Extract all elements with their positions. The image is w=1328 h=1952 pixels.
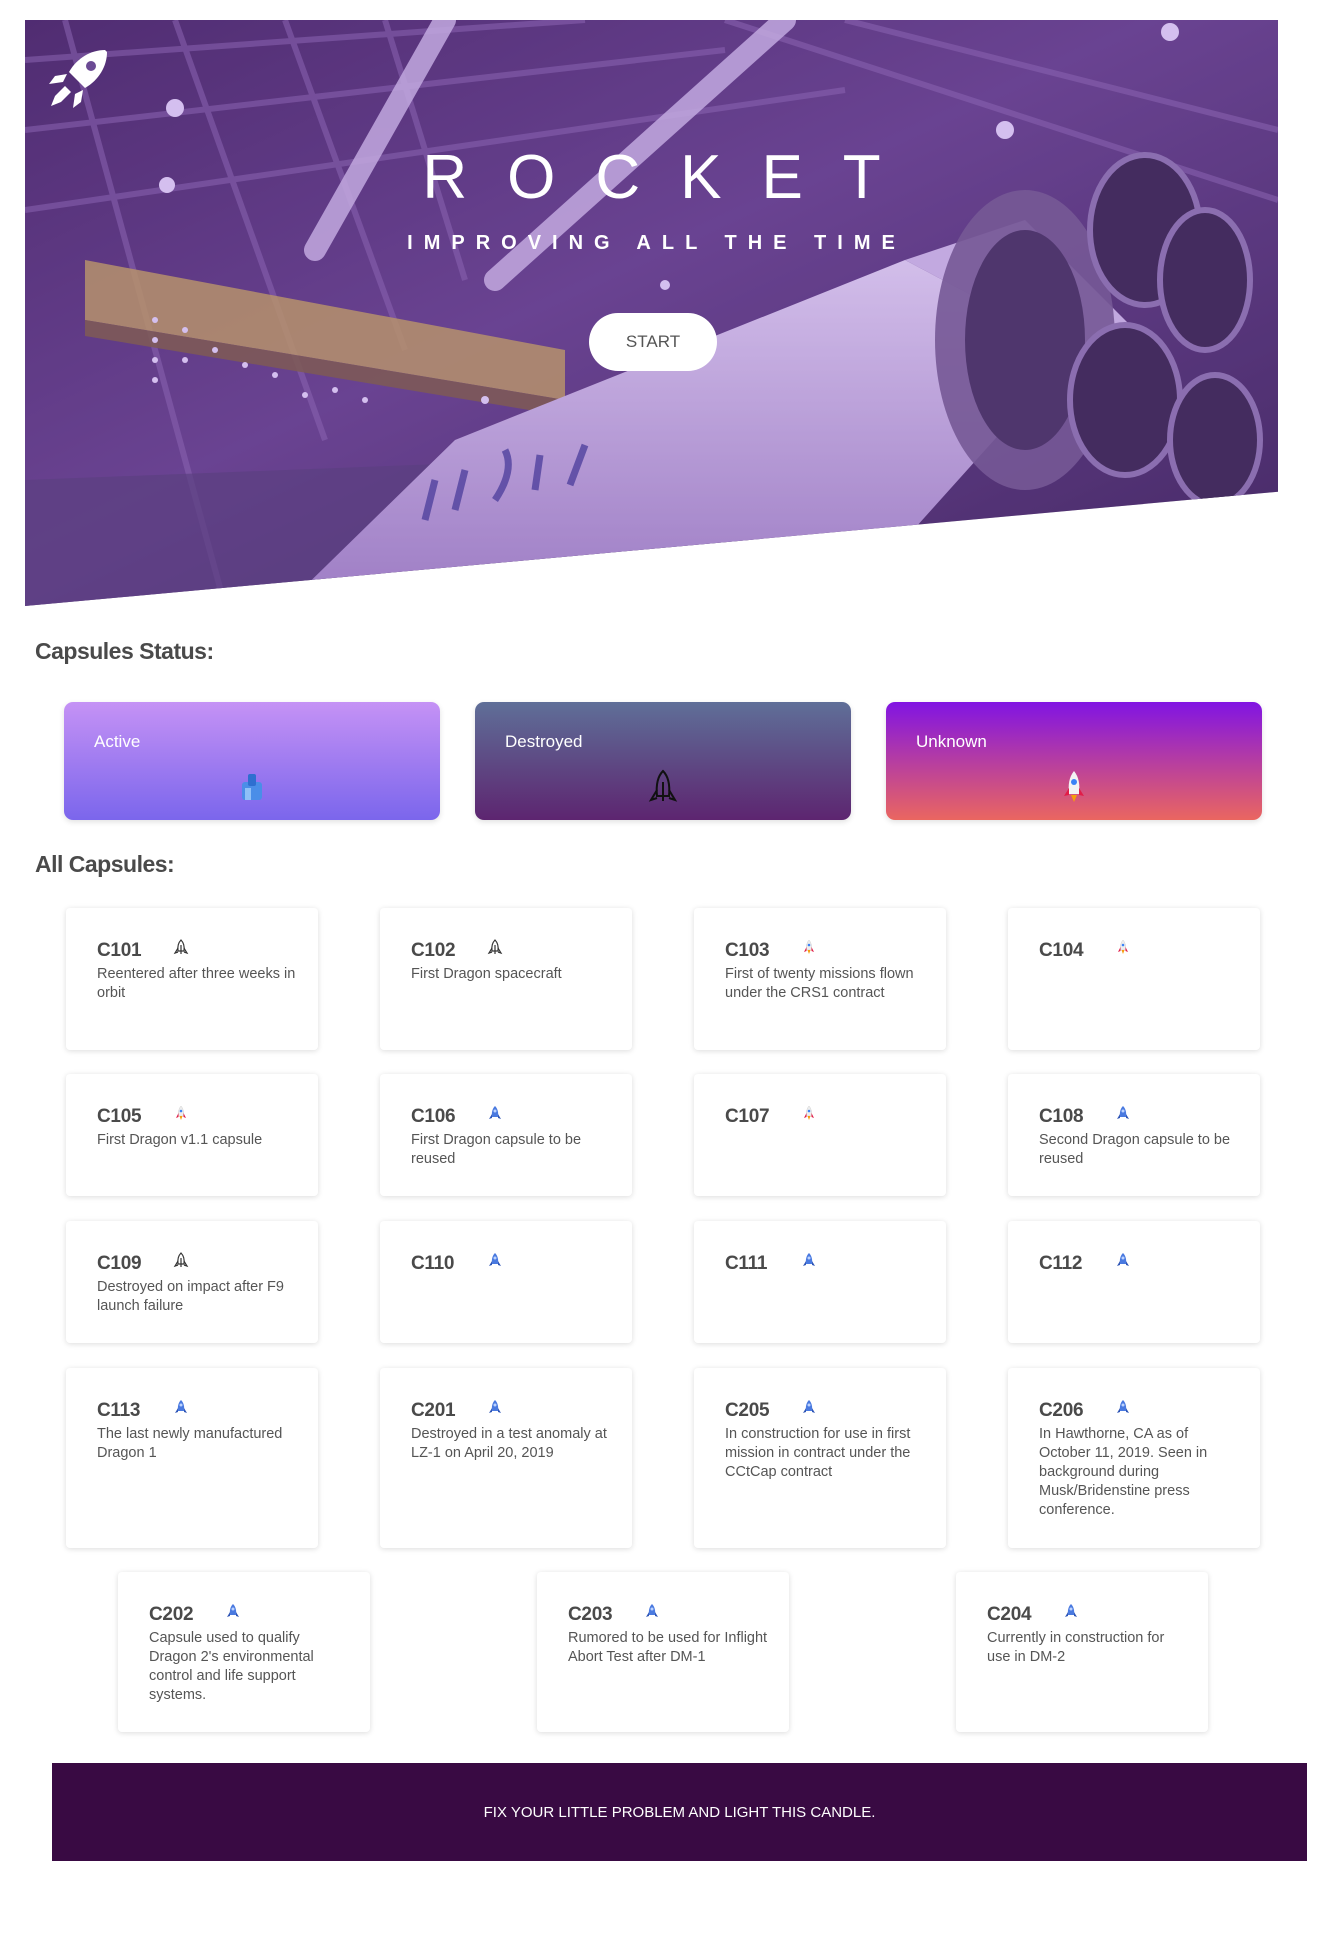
- capsule-active-icon: [643, 1602, 661, 1620]
- rocket-outline-icon: [172, 938, 190, 956]
- capsule-serial: C103: [725, 940, 770, 961]
- capsule-card[interactable]: C201 Destroyed in a test anomaly at LZ-1 …: [380, 1368, 632, 1548]
- all-capsules-heading: All Capsules:: [35, 851, 175, 877]
- capsule-active-icon: [1114, 1398, 1132, 1416]
- capsule-card[interactable]: C110: [380, 1221, 632, 1343]
- capsule-card[interactable]: C101 Reentered after three weeks in orbit: [66, 908, 318, 1050]
- rocket-outline-icon: [648, 769, 678, 802]
- capsule-active-icon: [800, 1398, 818, 1416]
- status-card-unknown[interactable]: Unknown: [886, 702, 1262, 820]
- capsule-serial: C203: [568, 1604, 613, 1625]
- start-button[interactable]: START: [589, 313, 717, 371]
- capsule-card[interactable]: C108 Second Dragon capsule to be reused: [1008, 1074, 1260, 1196]
- capsule-serial: C102: [411, 940, 456, 961]
- capsule-serial: C104: [1039, 940, 1084, 961]
- status-card-label: Active: [94, 732, 141, 751]
- capsule-serial: C111: [725, 1253, 768, 1274]
- capsule-active-icon: [800, 1251, 818, 1269]
- hero-subtitle: IMPROVING ALL THE TIME: [407, 232, 906, 254]
- capsule-details: In Hawthorne, CA as of October 11, 2019.…: [1039, 1426, 1208, 1518]
- capsule-card[interactable]: C105 First Dragon v1.1 capsule: [66, 1074, 318, 1196]
- capsule-details: Destroyed on impact after F9 launch fail…: [97, 1279, 284, 1314]
- status-card-destroyed[interactable]: Destroyed: [475, 702, 851, 820]
- capsule-details: First Dragon capsule to be reused: [411, 1132, 582, 1167]
- capsule-serial: C204: [987, 1604, 1032, 1625]
- status-card-label: Destroyed: [505, 732, 583, 751]
- capsule-card[interactable]: C103 First of twenty missions flown under…: [694, 908, 946, 1050]
- rocket-icon[interactable]: [47, 46, 111, 110]
- capsule-card[interactable]: C104: [1008, 908, 1260, 1050]
- capsule-details: Capsule used to qualify Dragon 2's envir…: [149, 1630, 314, 1703]
- capsule-details: The last newly manufactured Dragon 1: [97, 1426, 283, 1461]
- capsule-details: First of twenty missions flown under the…: [725, 966, 914, 1001]
- capsule-details: In construction for use in first mission…: [725, 1426, 911, 1480]
- capsule-card[interactable]: C206 In Hawthorne, CA as of October 11, 2…: [1008, 1368, 1260, 1548]
- rocket-color-icon: [1064, 771, 1084, 802]
- rocket-color-icon: [800, 1104, 818, 1122]
- capsule-serial: C109: [97, 1253, 142, 1274]
- capsule-card[interactable]: C109 Destroyed on impact after F9 launch …: [66, 1221, 318, 1343]
- capsule-card[interactable]: C113 The last newly manufactured Dragon 1: [66, 1368, 318, 1548]
- rocket-outline-icon: [486, 938, 504, 956]
- capsule-card[interactable]: C107: [694, 1074, 946, 1196]
- status-card-active[interactable]: Active: [64, 702, 440, 820]
- capsule-details: Second Dragon capsule to be reused: [1039, 1132, 1231, 1167]
- rocket-color-icon: [172, 1104, 190, 1122]
- capsule-serial: C201: [411, 1400, 456, 1421]
- capsule-serial: C113: [97, 1400, 141, 1421]
- capsule-serial: C106: [411, 1106, 456, 1127]
- capsule-active-icon: [1062, 1602, 1080, 1620]
- capsule-card[interactable]: C204 Currently in construction for use in…: [956, 1572, 1208, 1732]
- status-card-label: Unknown: [916, 732, 987, 751]
- capsule-serial: C108: [1039, 1106, 1084, 1127]
- rocket-outline-icon: [172, 1251, 190, 1269]
- capsule-active-icon: [224, 1602, 242, 1620]
- capsule-details: First Dragon spacecraft: [411, 966, 562, 982]
- rocket-color-icon: [800, 938, 818, 956]
- footer-banner: FIX YOUR LITTLE PROBLEM AND LIGHT THIS C…: [52, 1763, 1307, 1861]
- capsule-card[interactable]: C102 First Dragon spacecraft: [380, 908, 632, 1050]
- capsule-serial: C205: [725, 1400, 770, 1421]
- capsule-card[interactable]: C205 In construction for use in first mis…: [694, 1368, 946, 1548]
- capsule-serial: C202: [149, 1604, 194, 1625]
- capsule-active-icon: [1114, 1104, 1132, 1122]
- capsule-serial: C206: [1039, 1400, 1084, 1421]
- capsule-details: Rumored to be used for Inflight Abort Te…: [568, 1630, 768, 1665]
- hero-title: ROCKET: [422, 143, 921, 212]
- capsule-card[interactable]: C106 First Dragon capsule to be reused: [380, 1074, 632, 1196]
- footer-text: FIX YOUR LITTLE PROBLEM AND LIGHT THIS C…: [483, 1803, 876, 1821]
- capsule-serial: C112: [1039, 1253, 1083, 1274]
- capsule-details: Reentered after three weeks in orbit: [97, 966, 296, 1001]
- capsule-serial: C105: [97, 1106, 142, 1127]
- capsule-card[interactable]: C112: [1008, 1221, 1260, 1343]
- capsule-card[interactable]: C203 Rumored to be used for Inflight Abor…: [537, 1572, 789, 1732]
- capsule-card[interactable]: C202 Capsule used to qualify Dragon 2's e…: [118, 1572, 370, 1732]
- capsule-active-icon: [486, 1251, 504, 1269]
- capsule-details: Destroyed in a test anomaly at LZ-1 on A…: [411, 1426, 607, 1461]
- capsule-details: First Dragon v1.1 capsule: [97, 1132, 263, 1148]
- capsules-status-heading: Capsules Status:: [35, 638, 214, 664]
- hero-banner: ROCKET IMPROVING ALL THE TIME START: [25, 20, 1278, 606]
- capsule-serial: C101: [97, 940, 142, 961]
- capsule-card[interactable]: C111: [694, 1221, 946, 1343]
- capsule-details: Currently in construction for use in DM-…: [987, 1630, 1165, 1665]
- capsule-active-icon: [486, 1398, 504, 1416]
- capsule-serial: C110: [411, 1253, 455, 1274]
- capsule-active-icon: [242, 774, 262, 800]
- rocket-color-icon: [1114, 938, 1132, 956]
- capsule-active-icon: [486, 1104, 504, 1122]
- capsule-serial: C107: [725, 1106, 770, 1127]
- capsule-active-icon: [172, 1398, 190, 1416]
- capsule-active-icon: [1114, 1251, 1132, 1269]
